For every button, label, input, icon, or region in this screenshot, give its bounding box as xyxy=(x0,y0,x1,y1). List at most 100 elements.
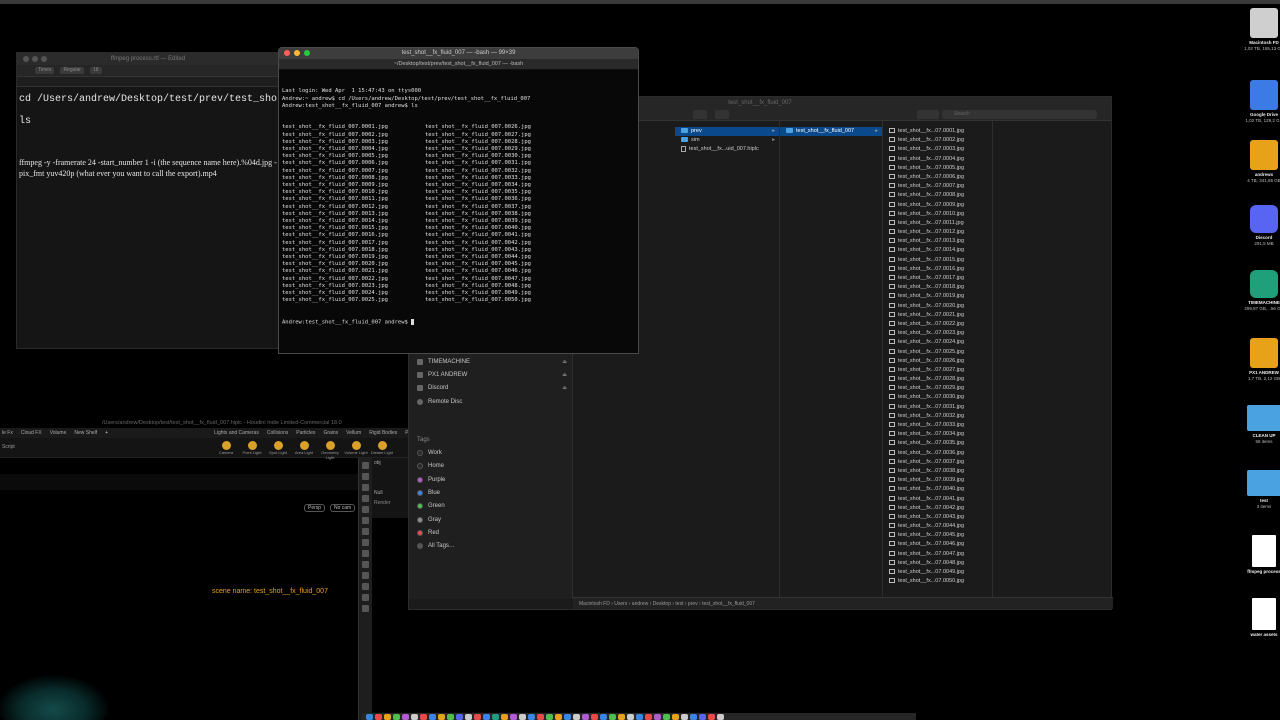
dock-app-icon[interactable] xyxy=(600,714,607,720)
file-item[interactable]: test_shot__fx...07.0050.jpg xyxy=(883,577,992,586)
textedit-window[interactable]: ffmpeg process.rtf — Edited Times Regula… xyxy=(16,52,280,349)
move-tool-icon[interactable] xyxy=(362,473,369,480)
file-item[interactable]: test_shot__fx...07.0044.jpg xyxy=(883,522,992,531)
scene-viewport[interactable]: Persp No cam scene name: test_shot__fx_f… xyxy=(0,474,360,720)
dock-app-icon[interactable] xyxy=(420,714,427,720)
terminal-titlebar[interactable]: test_shot__fx_fluid_007 — -bash — 99×39 xyxy=(279,48,638,59)
file-item[interactable]: test_shot__fx...07.0043.jpg xyxy=(883,513,992,522)
dock-app-icon[interactable] xyxy=(492,714,499,720)
column-item[interactable]: test_shot__fx_fluid_007 ▸ xyxy=(780,127,882,136)
column-item[interactable]: test_shot__fx...uid_007.hiplc xyxy=(675,145,779,154)
desktop-item[interactable]: andrewx 4 TB, 341,65 GB xyxy=(1238,140,1280,184)
dock-app-icon[interactable] xyxy=(654,714,661,720)
dock-app-icon[interactable] xyxy=(591,714,598,720)
select-tool-icon[interactable] xyxy=(362,462,369,469)
tag-item-purple[interactable]: Purple xyxy=(417,474,567,486)
dock-app-icon[interactable] xyxy=(438,714,445,720)
file-item[interactable]: test_shot__fx...07.0015.jpg xyxy=(883,256,992,265)
dock-app-icon[interactable] xyxy=(375,714,382,720)
file-item[interactable]: test_shot__fx...07.0048.jpg xyxy=(883,559,992,568)
file-item[interactable]: test_shot__fx...07.0024.jpg xyxy=(883,338,992,347)
file-item[interactable]: test_shot__fx...07.0020.jpg xyxy=(883,302,992,311)
dock-app-icon[interactable] xyxy=(636,714,643,720)
file-item[interactable]: test_shot__fx...07.0017.jpg xyxy=(883,274,992,283)
dock-app-icon[interactable] xyxy=(474,714,481,720)
desktop-item[interactable]: Discord 291,5 MB xyxy=(1238,205,1280,247)
desktop-item[interactable]: CLEAN UP 58 items xyxy=(1238,405,1280,445)
close-icon[interactable] xyxy=(23,56,29,62)
shelf-tool-area-light[interactable]: Area Light xyxy=(292,441,316,455)
column-item[interactable]: sim ▸ xyxy=(675,136,779,145)
dock-app-icon[interactable] xyxy=(663,714,670,720)
dock-app-icon[interactable] xyxy=(483,714,490,720)
desktop-item[interactable]: water assets xyxy=(1238,598,1280,638)
file-item[interactable]: test_shot__fx...07.0016.jpg xyxy=(883,265,992,274)
desktop-item[interactable]: TIMEMACHINE 299,87 GB,...56 GB xyxy=(1238,270,1280,312)
file-item[interactable]: test_shot__fx...07.0033.jpg xyxy=(883,421,992,430)
sidebar-item-remote-disc[interactable]: Remote Disc xyxy=(417,396,567,408)
dock-app-icon[interactable] xyxy=(618,714,625,720)
handle-tool-icon[interactable] xyxy=(362,506,369,513)
tag-button[interactable] xyxy=(715,110,729,119)
rotate-tool-icon[interactable] xyxy=(362,484,369,491)
sidebar-item-timemachine[interactable]: TIMEMACHINE ⏏ xyxy=(417,356,567,368)
dock-app-icon[interactable] xyxy=(717,714,724,720)
add-shelf-icon[interactable]: + xyxy=(105,430,108,436)
minimize-icon[interactable] xyxy=(294,50,300,56)
shelf-tab[interactable]: Grains xyxy=(323,430,338,436)
dock-app-icon[interactable] xyxy=(465,714,472,720)
pose-tool-icon[interactable] xyxy=(362,517,369,524)
shelf-tab[interactable]: Vellum xyxy=(346,430,361,436)
dock-app-icon[interactable] xyxy=(510,714,517,720)
file-item[interactable]: test_shot__fx...07.0030.jpg xyxy=(883,393,992,402)
file-item[interactable]: test_shot__fx...07.0023.jpg xyxy=(883,329,992,338)
render-label[interactable]: Render xyxy=(372,498,408,508)
persp-menu[interactable]: Persp xyxy=(304,504,326,512)
file-item[interactable]: test_shot__fx...07.0040.jpg xyxy=(883,485,992,494)
file-item[interactable]: test_shot__fx...07.0011.jpg xyxy=(883,219,992,228)
file-item[interactable]: test_shot__fx...07.0006.jpg xyxy=(883,173,992,182)
shelf-tab[interactable]: Volume xyxy=(50,430,67,436)
shelf-tab[interactable]: Particles xyxy=(296,430,315,436)
null-node-label[interactable]: Null xyxy=(372,488,408,498)
file-item[interactable]: test_shot__fx...07.0021.jpg xyxy=(883,311,992,320)
shelf-tab[interactable]: Rigid Bodies xyxy=(369,430,397,436)
light-tool-icon[interactable] xyxy=(362,550,369,557)
desktop-item[interactable]: ffmpeg process xyxy=(1238,535,1280,575)
dock-app-icon[interactable] xyxy=(528,714,535,720)
zoom-icon[interactable] xyxy=(41,56,47,62)
file-item[interactable]: test_shot__fx...07.0010.jpg xyxy=(883,210,992,219)
tag-item-gray[interactable]: Gray xyxy=(417,514,567,526)
file-item[interactable]: test_shot__fx...07.0031.jpg xyxy=(883,403,992,412)
file-item[interactable]: test_shot__fx...07.0037.jpg xyxy=(883,458,992,467)
size-select[interactable]: 18 xyxy=(89,67,102,74)
file-item[interactable]: test_shot__fx...07.0039.jpg xyxy=(883,476,992,485)
tag-item-green[interactable]: Green xyxy=(417,500,567,512)
dock-app-icon[interactable] xyxy=(411,714,418,720)
file-item[interactable]: test_shot__fx...07.0022.jpg xyxy=(883,320,992,329)
dock-app-icon[interactable] xyxy=(519,714,526,720)
dock-app-icon[interactable] xyxy=(429,714,436,720)
display-tool-icon[interactable] xyxy=(362,572,369,579)
tag-item-all-tags-[interactable]: All Tags… xyxy=(417,540,567,552)
dock-app-icon[interactable] xyxy=(555,714,562,720)
terminal-output[interactable]: Last login: Wed Apr 1 15:47:43 on ttys00… xyxy=(279,70,638,345)
file-item[interactable]: test_shot__fx...07.0032.jpg xyxy=(883,412,992,421)
eject-icon[interactable]: ⏏ xyxy=(562,356,567,368)
file-item[interactable]: test_shot__fx...07.0003.jpg xyxy=(883,145,992,154)
tag-item-work[interactable]: Work xyxy=(417,447,567,459)
shelf-tool-geometry-light[interactable]: Geometry Light xyxy=(318,441,342,460)
dock-app-icon[interactable] xyxy=(708,714,715,720)
file-item[interactable]: test_shot__fx...07.0049.jpg xyxy=(883,568,992,577)
terminal-window[interactable]: test_shot__fx_fluid_007 — -bash — 99×39 … xyxy=(278,47,639,354)
dock-app-icon[interactable] xyxy=(537,714,544,720)
file-item[interactable]: test_shot__fx...07.0007.jpg xyxy=(883,182,992,191)
file-item[interactable]: test_shot__fx...07.0009.jpg xyxy=(883,201,992,210)
eject-icon[interactable]: ⏏ xyxy=(562,382,567,394)
file-item[interactable]: test_shot__fx...07.0002.jpg xyxy=(883,136,992,145)
shelf-tab[interactable]: Cloud FX xyxy=(21,430,42,436)
scale-tool-icon[interactable] xyxy=(362,495,369,502)
sidebar-item-discord[interactable]: Discord ⏏ xyxy=(417,382,567,394)
network-pane[interactable]: obj Null Render xyxy=(372,458,408,518)
minimize-icon[interactable] xyxy=(32,56,38,62)
